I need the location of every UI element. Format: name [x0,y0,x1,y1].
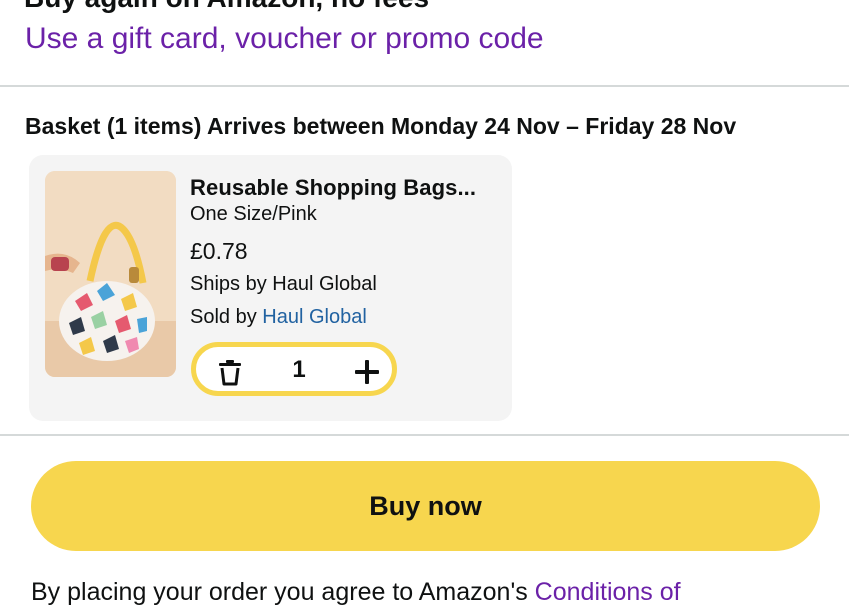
item-variant: One Size/Pink [190,203,317,225]
seller-link[interactable]: Haul Global [262,306,367,328]
payment-heading: Buy again on Amazon, no fees [24,0,429,14]
product-image-illustration [45,171,176,377]
basket-item-card: Reusable Shopping Bags... One Size/Pink … [29,155,512,421]
delete-item-button[interactable] [216,358,244,386]
legal-text: By placing your order you agree to Amazo… [31,578,681,607]
legal-prefix: By placing your order you agree to Amazo… [31,578,535,606]
divider [0,434,849,436]
increase-quantity-button[interactable] [353,358,381,386]
trash-icon [219,360,241,386]
divider [0,85,849,87]
item-price: £0.78 [190,238,248,264]
quantity-stepper: 1 [191,342,397,396]
ships-by-text: Ships by Haul Global [190,273,377,295]
plus-icon [355,360,379,384]
gift-card-link[interactable]: Use a gift card, voucher or promo code [25,22,544,56]
quantity-value: 1 [292,356,306,383]
sold-by-text: Sold by Haul Global [190,306,367,329]
sold-by-prefix: Sold by [190,306,263,328]
basket-header: Basket (1 items) Arrives between Monday … [25,113,737,139]
item-title[interactable]: Reusable Shopping Bags... [190,175,476,201]
buy-now-button[interactable]: Buy now [31,461,820,551]
product-image[interactable] [45,171,176,377]
conditions-link[interactable]: Conditions of [535,578,681,606]
